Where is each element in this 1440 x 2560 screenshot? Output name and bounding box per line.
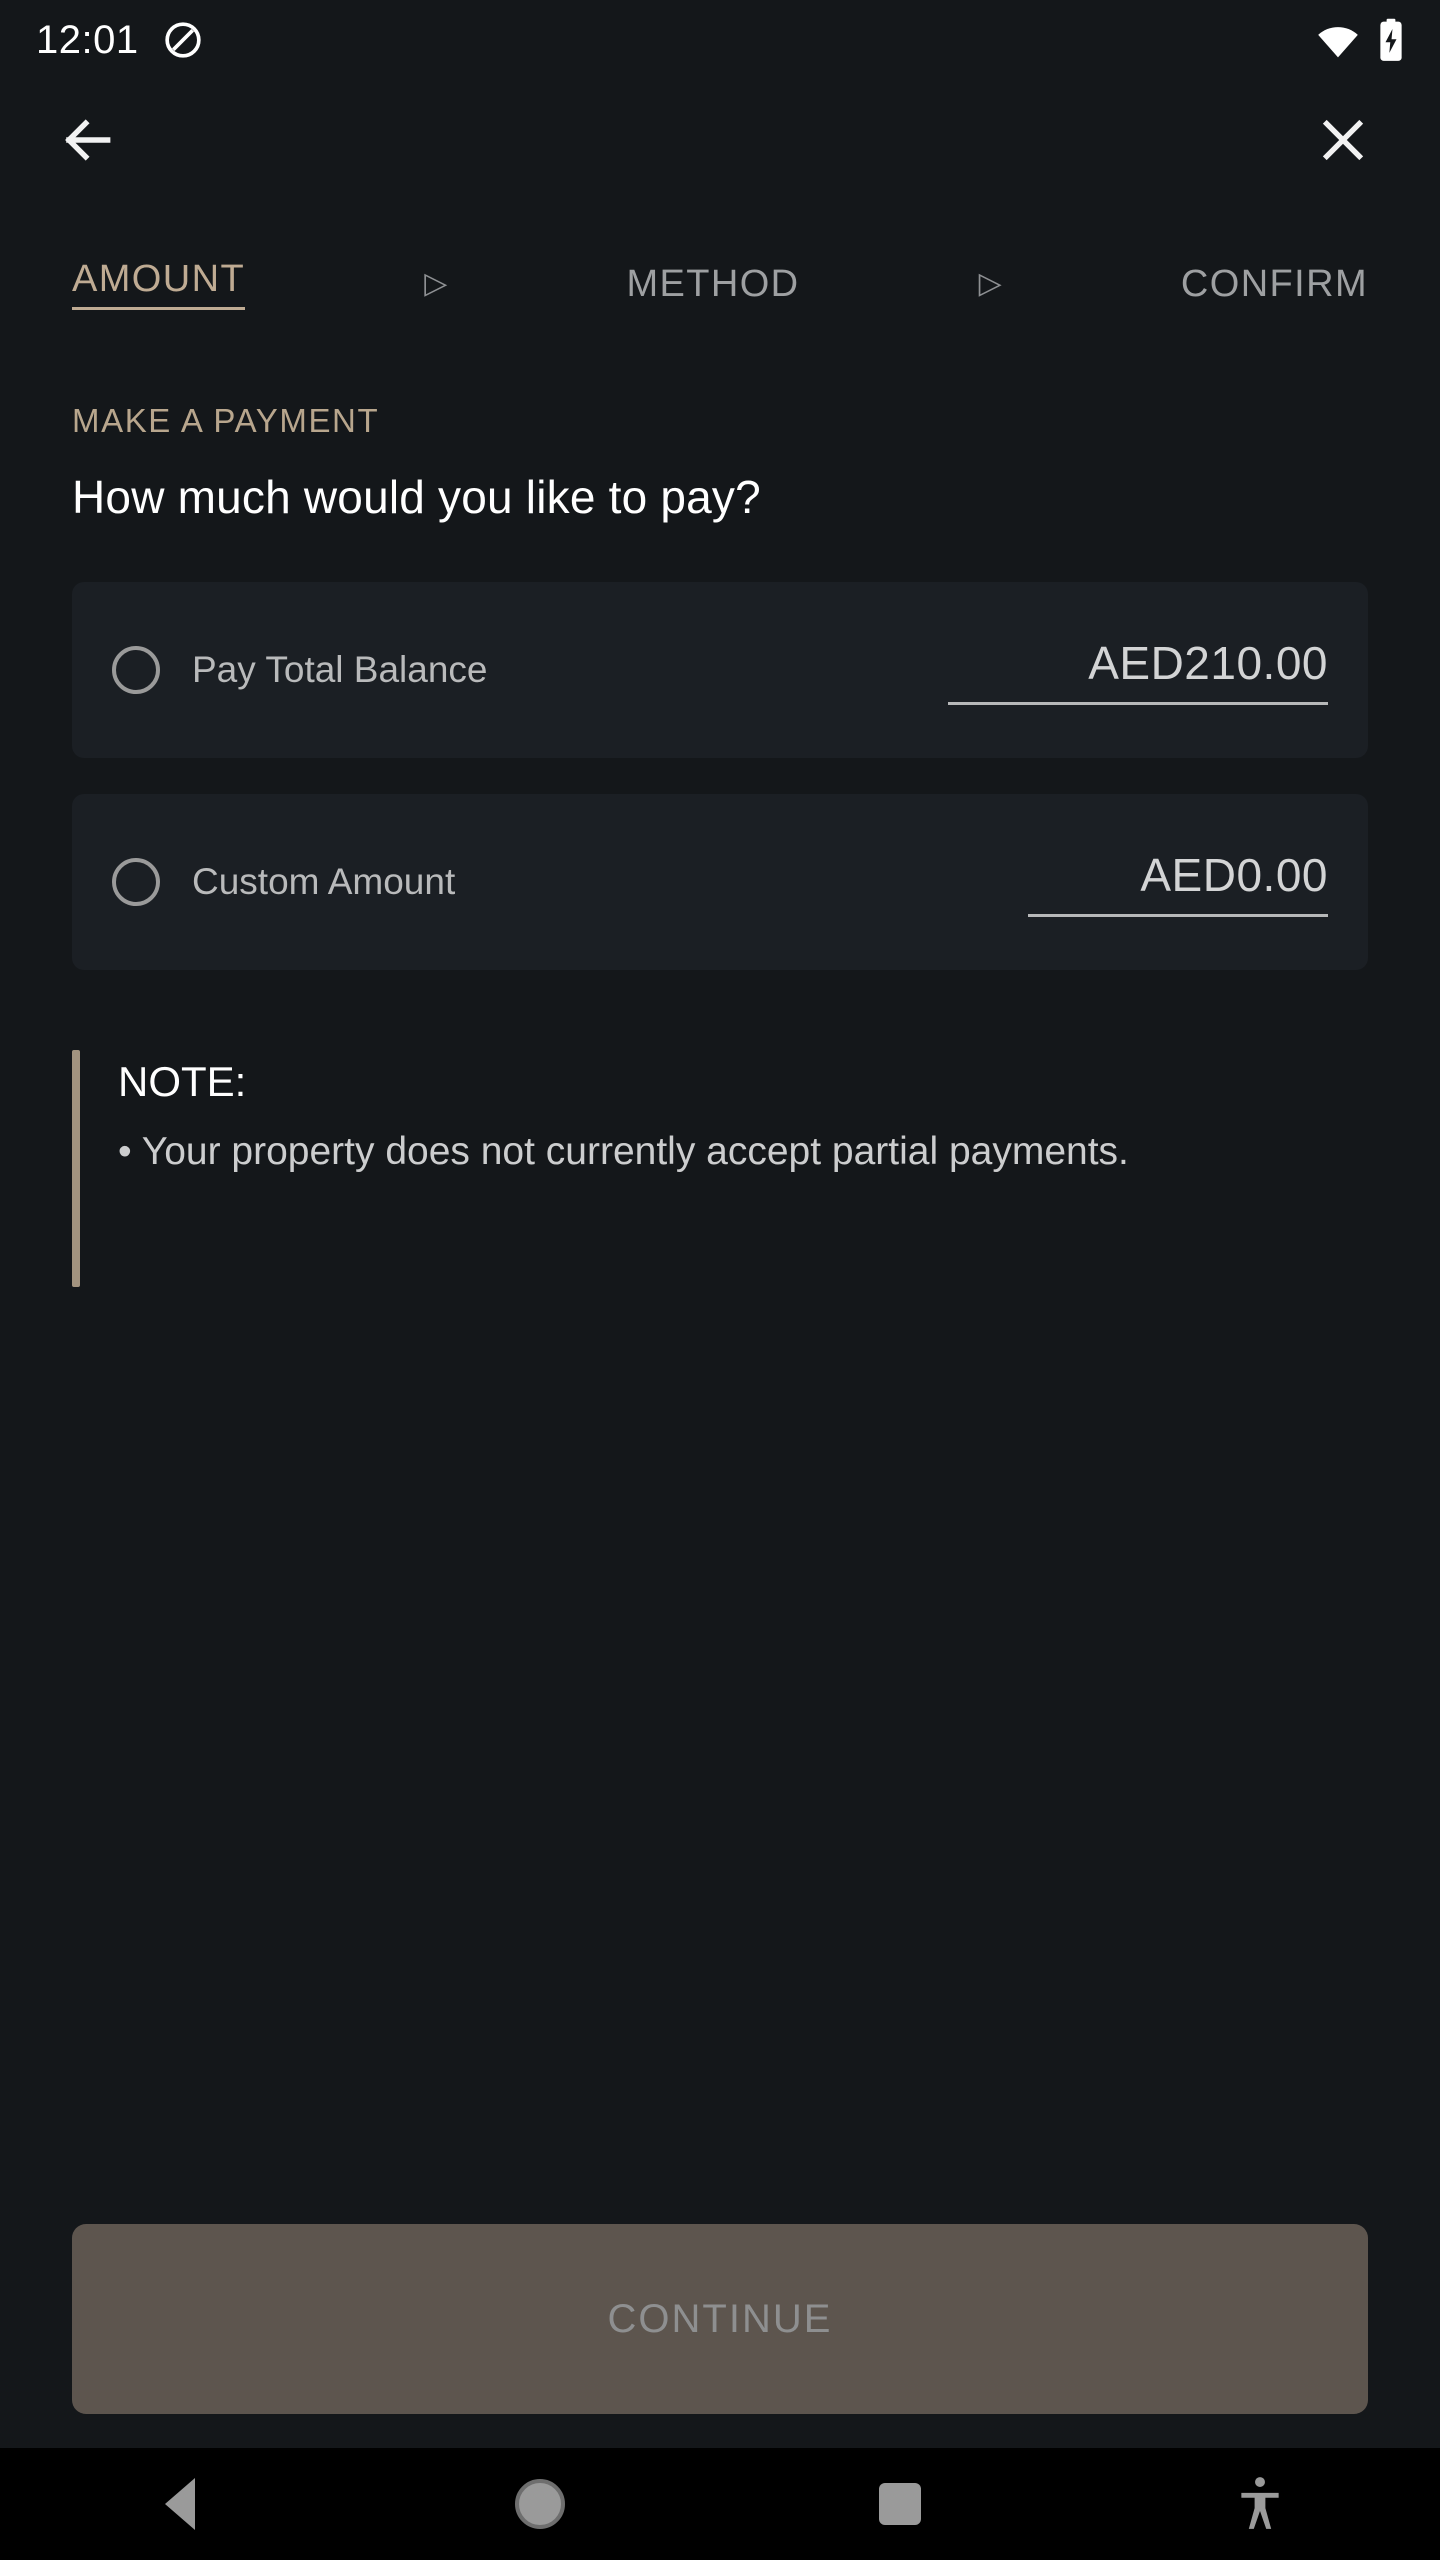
option-label-custom-amount: Custom Amount	[192, 861, 456, 902]
amount-value-custom-amount: AED0.00	[1140, 848, 1328, 901]
continue-button[interactable]: CONTINUE	[72, 2224, 1368, 2414]
amount-field-custom-amount[interactable]: AED0.00	[1028, 848, 1328, 917]
accessibility-button[interactable]	[1080, 2475, 1440, 2533]
note-accent-bar	[72, 1050, 80, 1287]
note-body: NOTE: • Your property does not currently…	[118, 1050, 1129, 1287]
step-method[interactable]: METHOD	[626, 263, 799, 306]
step-amount[interactable]: AMOUNT	[72, 258, 246, 310]
dnd-icon	[163, 20, 203, 60]
back-button[interactable]	[48, 101, 126, 179]
stepper-separator-1: ▷	[424, 267, 448, 300]
arrow-back-icon	[56, 109, 118, 171]
accessibility-icon	[1235, 2475, 1285, 2533]
nav-recents-button[interactable]	[720, 2483, 1080, 2525]
amount-underline-pay-total-balance	[948, 701, 1328, 705]
page-title: How much would you like to pay?	[72, 471, 761, 523]
option-custom-amount[interactable]: Custom Amount AED0.00	[72, 794, 1368, 970]
status-bar-right	[1316, 18, 1404, 62]
status-bar: 12:01	[0, 0, 1440, 80]
note-text: • Your property does not currently accep…	[118, 1130, 1129, 1173]
note-block: NOTE: • Your property does not currently…	[72, 1050, 1368, 1287]
note-title: NOTE:	[118, 1058, 247, 1105]
main-content: MAKE A PAYMENT How much would you like t…	[0, 310, 1440, 2224]
step-confirm[interactable]: CONFIRM	[1181, 263, 1368, 306]
nav-home-button[interactable]	[360, 2479, 720, 2529]
wifi-icon	[1316, 21, 1360, 59]
payment-amount-screen: 12:01 AMOUNT ▷ METHOD ▷ CONFIRM MAKE A P…	[0, 0, 1440, 2560]
nav-recents-icon	[879, 2483, 921, 2525]
option-pay-total-balance[interactable]: Pay Total Balance AED210.00	[72, 582, 1368, 758]
progress-stepper: AMOUNT ▷ METHOD ▷ CONFIRM	[0, 258, 1440, 310]
option-label-pay-total-balance: Pay Total Balance	[192, 649, 488, 690]
battery-charging-icon	[1378, 18, 1404, 62]
nav-back-button[interactable]	[0, 2478, 360, 2530]
amount-field-pay-total-balance[interactable]: AED210.00	[948, 636, 1328, 705]
status-bar-left: 12:01	[36, 18, 203, 63]
stepper-separator-2: ▷	[978, 267, 1002, 300]
status-bar-clock: 12:01	[36, 17, 139, 62]
nav-back-icon	[165, 2478, 195, 2530]
amount-underline-custom-amount	[1028, 913, 1328, 917]
radio-pay-total-balance[interactable]	[112, 646, 160, 694]
section-eyebrow: MAKE A PAYMENT	[72, 402, 380, 439]
close-icon	[1315, 112, 1371, 168]
nav-home-icon	[515, 2479, 565, 2529]
app-bar	[0, 80, 1440, 200]
android-nav-bar	[0, 2448, 1440, 2560]
amount-value-pay-total-balance: AED210.00	[1088, 636, 1328, 689]
close-button[interactable]	[1304, 101, 1382, 179]
radio-custom-amount[interactable]	[112, 858, 160, 906]
